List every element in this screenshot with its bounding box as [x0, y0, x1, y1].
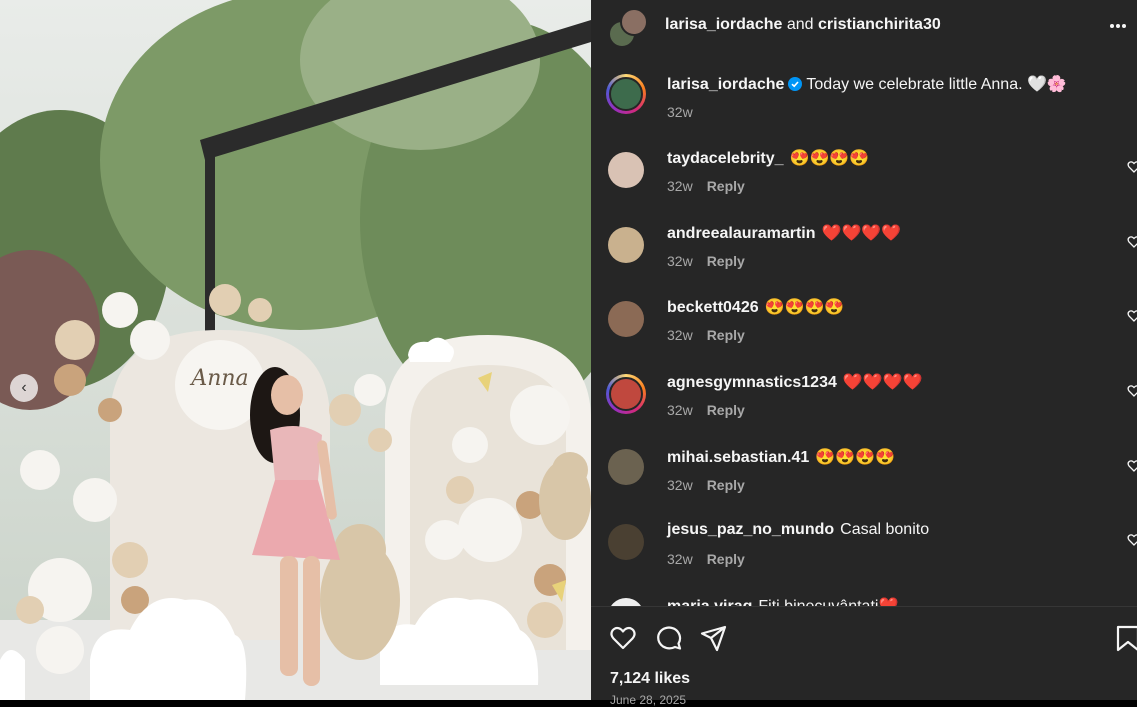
caption-text-line: larisa_iordache Today we celebrate little…	[667, 74, 1067, 94]
comment-username[interactable]: larisa_iordache	[667, 76, 784, 93]
comment-icon[interactable]	[654, 623, 684, 653]
comment-like-heart-icon[interactable]	[1127, 309, 1137, 323]
avatar[interactable]	[608, 227, 644, 263]
reply-button[interactable]: Reply	[707, 253, 745, 269]
comment-username[interactable]: andreealauramartin	[667, 225, 816, 242]
comment-meta: 32w Reply	[667, 178, 745, 194]
chevron-left-icon: ‹	[21, 379, 27, 396]
verified-badge-icon	[788, 77, 803, 91]
comments-list[interactable]: larisa_iordache Today we celebrate little…	[591, 60, 1137, 606]
comment-username[interactable]: taydacelebrity_	[667, 150, 784, 167]
prev-photo-button[interactable]: ‹	[10, 374, 38, 402]
avatar	[620, 8, 648, 36]
post-actions	[591, 615, 1137, 659]
comment-text-line: maria.virag Fiti binecuvântati❤️	[667, 596, 898, 606]
post-header: larisa_iordache and cristianchirita30	[591, 0, 1137, 52]
comment-like-heart-icon[interactable]	[1127, 384, 1137, 398]
comment-time: 32w	[667, 104, 693, 120]
author-joiner: and	[786, 16, 814, 33]
comment-text-line: beckett0426 😍😍😍😍	[667, 297, 844, 317]
reply-button[interactable]: Reply	[707, 402, 745, 418]
comment-meta: 32w Reply	[667, 477, 745, 493]
author-link[interactable]: cristianchirita30	[818, 16, 941, 33]
reply-button[interactable]: Reply	[707, 477, 745, 493]
avatar[interactable]	[606, 74, 646, 114]
comment-text-line: jesus_paz_no_mundo Casal bonito	[667, 521, 929, 539]
avatar[interactable]	[606, 374, 646, 414]
heart-icon[interactable]	[608, 623, 638, 653]
comment-username[interactable]: agnesgymnastics1234	[667, 374, 837, 391]
comment-username[interactable]: jesus_paz_no_mundo	[667, 521, 834, 538]
comment-text: ❤️❤️❤️❤️	[821, 225, 902, 242]
comment-text-line: agnesgymnastics1234 ❤️❤️❤️❤️	[667, 372, 923, 392]
comment-text: ❤️❤️❤️❤️	[842, 374, 923, 391]
comment-text: Fiti binecuvântati❤️	[758, 598, 898, 606]
share-icon[interactable]	[699, 623, 729, 653]
reply-button[interactable]: Reply	[707, 327, 745, 343]
reply-button[interactable]: Reply	[707, 178, 745, 194]
comment-like-heart-icon[interactable]	[1127, 533, 1137, 547]
comment-like-heart-icon[interactable]	[1127, 160, 1137, 174]
collab-avatars[interactable]	[608, 8, 648, 48]
bookmark-icon[interactable]	[1113, 623, 1137, 653]
caption-text: Today we celebrate little Anna. 🤍🌸	[806, 76, 1067, 93]
avatar[interactable]	[608, 301, 644, 337]
comment-username[interactable]: beckett0426	[667, 299, 759, 316]
comment-like-heart-icon[interactable]	[1127, 235, 1137, 249]
comment-like-heart-icon[interactable]	[1127, 459, 1137, 473]
post-date: June 28, 2025	[610, 693, 687, 707]
avatar[interactable]	[608, 152, 644, 188]
comment-meta: 32w Reply	[667, 402, 745, 418]
comment-username[interactable]: mihai.sebastian.41	[667, 449, 809, 466]
comment-text: 😍😍😍😍	[815, 449, 895, 466]
comment-text: 😍😍😍😍	[764, 299, 845, 316]
like-count[interactable]: 7,124 likes	[610, 670, 690, 688]
comment-time: 32w	[667, 253, 693, 269]
avatar[interactable]	[608, 598, 644, 606]
comment-time: 32w	[667, 402, 693, 418]
comment-text: Casal bonito	[840, 521, 930, 538]
comment-text: 😍😍😍😍	[789, 150, 870, 167]
comment-time: 32w	[667, 551, 693, 567]
author-link[interactable]: larisa_iordache	[665, 16, 782, 33]
more-options-icon[interactable]	[1103, 14, 1133, 38]
post-authors: larisa_iordache and cristianchirita30	[665, 16, 941, 34]
comment-time: 32w	[667, 327, 693, 343]
comment-meta: 32w Reply	[667, 327, 745, 343]
reply-button[interactable]: Reply	[707, 551, 745, 567]
divider	[591, 606, 1137, 607]
comment-time: 32w	[667, 178, 693, 194]
post-sidebar: larisa_iordache and cristianchirita30 la…	[591, 0, 1137, 707]
comment-meta: 32w	[667, 104, 693, 120]
photo-sign-text: Anna	[191, 366, 249, 391]
comment-time: 32w	[667, 477, 693, 493]
photo-scene	[0, 0, 591, 700]
comment-meta: 32w Reply	[667, 253, 745, 269]
comment-text-line: mihai.sebastian.41 😍😍😍😍	[667, 447, 895, 467]
comment-text-line: taydacelebrity_ 😍😍😍😍	[667, 148, 869, 168]
comment-meta: 32w Reply	[667, 551, 745, 567]
comment-username[interactable]: maria.virag	[667, 598, 752, 606]
comment-text-line: andreealauramartin ❤️❤️❤️❤️	[667, 223, 901, 243]
avatar[interactable]	[608, 524, 644, 560]
post-photo: Anna ‹	[0, 0, 591, 700]
avatar[interactable]	[608, 449, 644, 485]
